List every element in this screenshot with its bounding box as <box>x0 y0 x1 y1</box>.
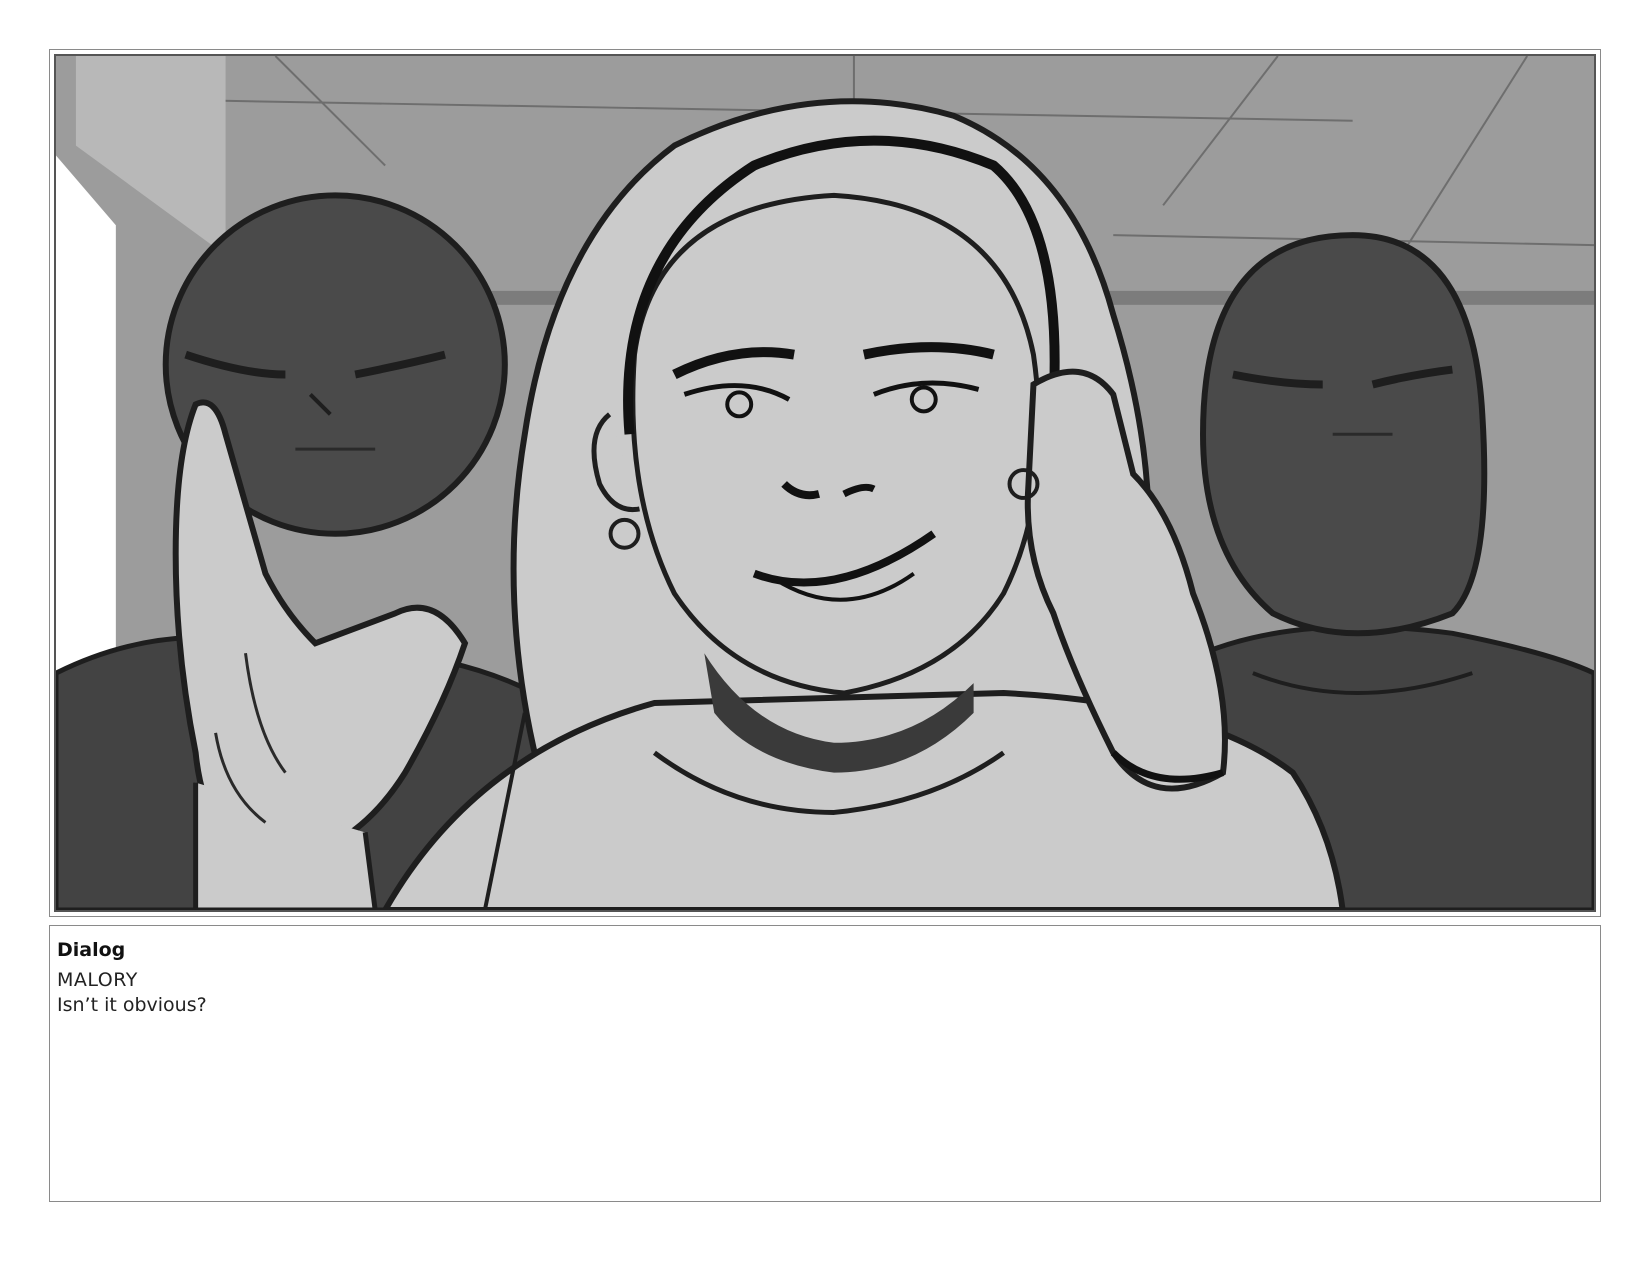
left-wall-light <box>56 155 116 694</box>
dialog-line: Isn’t it obvious? <box>57 994 207 1016</box>
dialog-caption-box: Dialog MALORY Isn’t it obvious? <box>49 925 1601 1202</box>
storyboard-sketch <box>56 56 1594 910</box>
dialog-speaker: MALORY <box>57 969 138 991</box>
dialog-label: Dialog <box>57 939 126 961</box>
storyboard-panel-image <box>54 54 1596 912</box>
